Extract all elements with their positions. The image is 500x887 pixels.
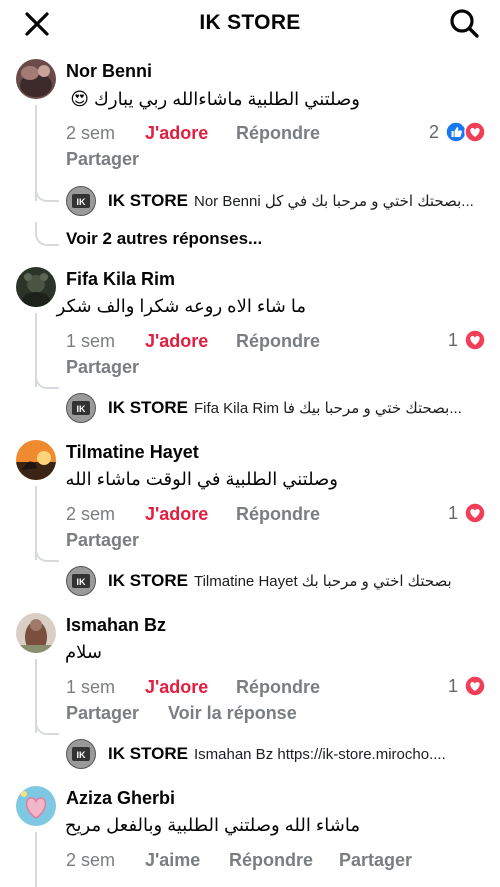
thread-line [35,832,37,887]
comment-author[interactable]: Tilmatine Hayet [66,442,199,463]
thread-branch [35,222,59,246]
heart-reaction-icon [464,329,486,351]
comment-text: ما شاء الاه روعه شكرا والف شكر [56,296,306,316]
comment-time: 1 sem [66,677,116,697]
svg-text:IK: IK [77,750,87,760]
comment-author[interactable]: Nor Benni [66,61,152,82]
comment-text: ماشاء الله وصلتني الطلبية وبالفعل مريح [64,815,360,835]
share-button[interactable]: Partager [66,703,139,724]
reply-button[interactable]: Répondre [236,331,320,352]
avatar[interactable] [16,613,56,653]
reply-button[interactable]: Répondre [229,850,313,871]
reaction-count: 1 [447,329,458,350]
reply-button[interactable]: Répondre [236,504,320,525]
reaction-summary[interactable]: 1 [448,675,486,697]
avatar[interactable] [16,440,56,480]
svg-text:IK: IK [77,197,87,207]
like-button[interactable]: J'aime [145,850,200,871]
page-avatar: IK [66,566,96,596]
reply-author: IK STORE [108,744,188,763]
page-avatar: IK [66,393,96,423]
comment-time: 2 sem [66,504,116,524]
comment-text: وصلتني الطلبية ماشاءالله ربي يبارك 😍 [70,89,360,109]
reply-text: Tilmatine Hayet بصحتك اختي و مرحبا بك [193,573,452,590]
view-reply-button[interactable]: Voir la réponse [168,703,297,724]
reaction-summary[interactable]: 1 [448,502,486,524]
thread-branch [35,178,59,202]
avatar[interactable] [16,59,56,99]
heart-reaction-icon [464,675,486,697]
page-title: IK STORE [199,11,301,34]
page-avatar: IK [66,186,96,216]
comment-text: وصلتني الطلبية في الوقت ماشاء الله [65,469,338,489]
comment-text: سلام [65,642,102,662]
comment-time: 2 sem [66,123,116,143]
reaction-summary[interactable]: 1 [448,329,486,351]
like-button[interactable]: J'adore [145,504,208,525]
search-icon[interactable] [448,7,480,39]
reply-text: Ismahan Bz https://ik-store.mirocho.... [193,745,446,763]
reply-author: IK STORE [108,398,188,417]
comment-author[interactable]: Ismahan Bz [66,615,166,636]
like-button[interactable]: J'adore [145,331,208,352]
comment-author[interactable]: Fifa Kila Rim [66,269,175,290]
reply-author: IK STORE [108,571,188,590]
svg-text:IK: IK [77,577,87,587]
reply-preview[interactable]: IK IK STORE Tilmatine Hayet بصحتك اختي و… [66,564,452,598]
share-button[interactable]: Partager [66,149,139,170]
comment-author[interactable]: Aziza Gherbi [66,788,175,809]
reply-preview[interactable]: IK IK STORE Nor Benni بصحتك اختي و مرحبا… [66,184,474,218]
like-button[interactable]: J'adore [145,677,208,698]
reaction-count: 1 [447,502,458,523]
view-more-replies[interactable]: Voir 2 autres réponses... [66,229,262,249]
thread-branch [35,538,59,562]
reply-preview[interactable]: IK IK STORE Fifa Kila Rim بصحتك ختي و مر… [66,391,462,425]
thread-branch [35,365,59,389]
heart-reaction-icon [464,121,486,143]
heart-reaction-icon [464,502,486,524]
reply-author: IK STORE [108,191,188,210]
reaction-count: 1 [447,675,458,696]
share-button[interactable]: Partager [339,850,412,871]
top-bar: IK STORE [0,0,500,48]
reply-text: Fifa Kila Rim بصحتك ختي و مرحبا بيك فا..… [193,400,462,417]
reaction-summary[interactable]: 2 [429,121,486,143]
reply-preview[interactable]: IK IK STORE Ismahan Bz https://ik-store.… [66,737,446,771]
comment-time: 2 sem [66,850,116,870]
page-avatar: IK [66,739,96,769]
avatar[interactable] [16,267,56,307]
avatar[interactable] [16,786,56,826]
reply-button[interactable]: Répondre [236,677,320,698]
reaction-count: 2 [428,121,439,142]
like-button[interactable]: J'adore [145,123,208,144]
thread-branch [35,711,59,735]
comment-time: 1 sem [66,331,116,351]
share-button[interactable]: Partager [66,357,139,378]
share-button[interactable]: Partager [66,530,139,551]
svg-text:IK: IK [77,404,87,414]
reply-text: Nor Benni بصحتك اختي و مرحبا بك في كل... [193,193,474,210]
reply-button[interactable]: Répondre [236,123,320,144]
